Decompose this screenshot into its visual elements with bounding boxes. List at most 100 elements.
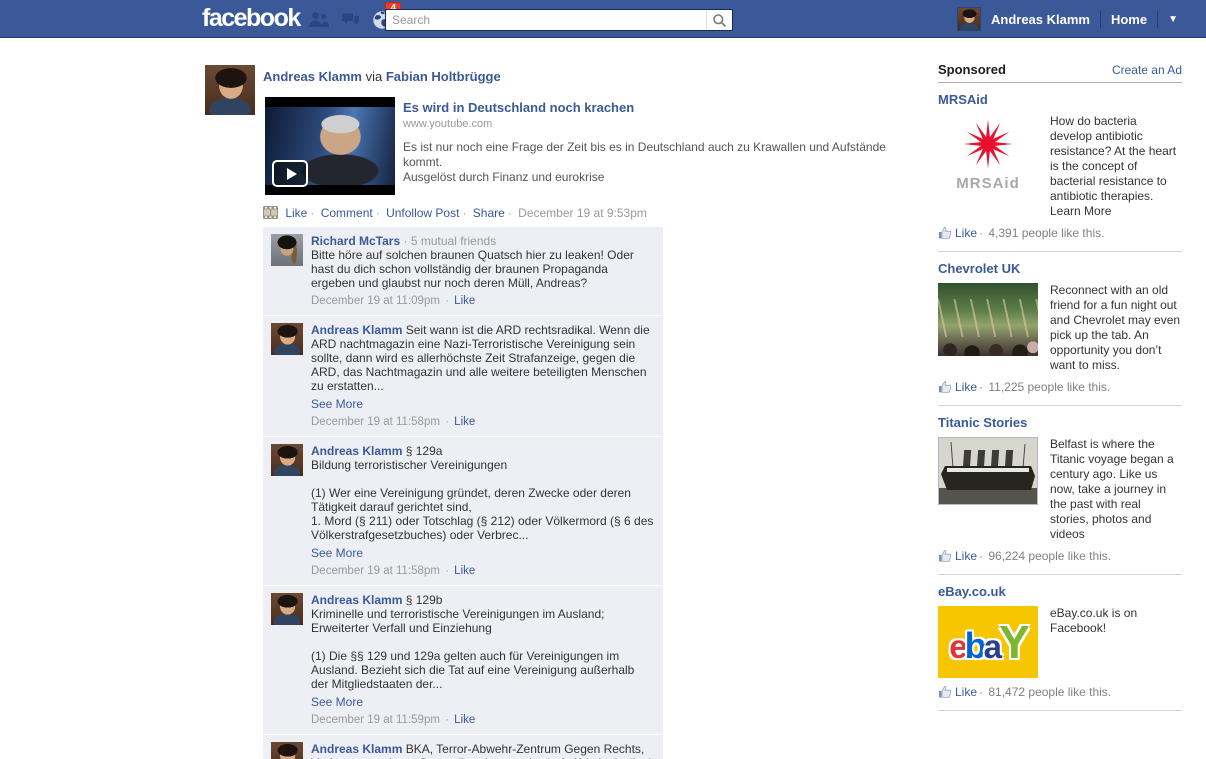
mrsaid-logo-text: MRSAid [938,175,1038,192]
commenter-avatar[interactable] [271,593,303,625]
post-author-avatar[interactable] [205,65,255,115]
separator-dot: · [403,234,407,248]
ad-like-link[interactable]: Like [955,549,977,563]
mutual-friends-label: 5 mutual friends [411,234,496,248]
comment-timestamp[interactable]: December 19 at 11:58pm [311,416,440,428]
starburst-icon [938,114,1038,174]
ad-body-text: How do bacteria develop antibiotic resis… [1050,114,1182,219]
home-link[interactable]: Home [1101,12,1157,27]
separator-dot: · [445,295,449,307]
divider [938,710,1182,711]
separator-dot: · [979,380,983,394]
ad-title-link[interactable]: eBay.co.uk [938,584,1182,599]
ad-body-text: Belfast is where the Titanic voyage bega… [1050,437,1182,542]
video-thumbnail[interactable] [265,97,395,195]
ad-ebay: eBay.co.uk ebaY eBay.co.uk is on Faceboo… [938,584,1182,711]
ad-like-count: 81,472 people like this. [988,685,1111,699]
comment-text: Bitte höre auf solchen braunen Quatsch h… [311,248,655,290]
comment-like-link[interactable]: Like [454,295,475,307]
commenter-avatar[interactable] [271,742,303,759]
comment-list: Richard McTars · 5 mutual friends Bitte … [263,227,663,759]
search-box [385,9,733,31]
divider [938,251,1182,252]
like-link[interactable]: Like [285,206,307,220]
thumbs-up-icon [938,380,952,396]
ad-title-link[interactable]: Chevrolet UK [938,261,1182,276]
friend-requests-icon[interactable] [308,10,329,29]
commenter-avatar[interactable] [271,444,303,476]
user-avatar[interactable] [957,7,981,31]
ad-body-text: eBay.co.uk is on Facebook! [1050,606,1182,636]
facebook-logo[interactable]: facebook [202,4,300,33]
via-author-link[interactable]: Fabian Holtbrügge [386,69,501,84]
comment-129b: Andreas Klamm § 129b Kriminelle und terr… [263,586,663,735]
account-menu-caret-icon[interactable]: ▼ [1158,14,1188,25]
video-title-link[interactable]: Es wird in Deutschland noch krachen [403,100,903,115]
play-icon[interactable] [272,160,308,187]
see-more-link[interactable]: See More [311,546,655,560]
comment-richard: Richard McTars · 5 mutual friends Bitte … [263,227,663,316]
separator-dot: · [979,226,983,240]
ad-like-link[interactable]: Like [955,226,977,240]
ad-image-crowd-photo[interactable] [938,283,1038,356]
comment-link[interactable]: Comment [321,206,373,220]
ad-like-count: 4,391 people like this. [988,226,1104,240]
ad-image-ebay-logo[interactable]: ebaY [938,606,1038,678]
separator-dot: · [445,416,449,428]
video-attachment-info: Es wird in Deutschland noch krachen www.… [403,100,903,185]
magnifier-icon [712,13,727,28]
divider [938,574,1182,575]
thumbs-up-icon [938,685,952,701]
create-ad-link[interactable]: Create an Ad [1112,63,1182,77]
comment-like-link[interactable]: Like [454,565,475,577]
thumbs-up-icon [938,226,952,242]
nav-icon-group: 4 [308,10,393,29]
messages-icon[interactable] [340,10,361,29]
ad-like-count: 11,225 people like this. [988,380,1110,394]
ship-graphic [939,438,1037,504]
ad-image-mrsaid[interactable]: MRSAid [938,114,1038,192]
via-label: via [366,69,383,84]
separator-dot: · [462,206,466,220]
ad-title-link[interactable]: MRSAid [938,92,1182,107]
ad-chevrolet: Chevrolet UK Reconnect with an old frien… [938,261,1182,406]
comment-author-link[interactable]: Andreas Klamm [311,742,402,756]
post-author-link[interactable]: Andreas Klamm [263,69,362,84]
comment-timestamp[interactable]: December 19 at 11:58pm [311,565,440,577]
separator-dot: · [508,206,512,220]
ad-titanic: Titanic Stories B [938,415,1182,575]
comment-timestamp[interactable]: December 19 at 11:59pm [311,714,440,726]
see-more-link[interactable]: See More [311,397,655,411]
unfollow-post-link[interactable]: Unfollow Post [386,206,459,220]
separator-dot: · [445,565,449,577]
video-description: Es ist nur noch eine Frage der Zeit bis … [403,140,903,185]
comment-author-link[interactable]: Andreas Klamm [311,323,402,337]
comment-author-link[interactable]: Andreas Klamm [311,593,402,607]
comment-like-link[interactable]: Like [454,714,475,726]
separator-dot: · [310,206,314,220]
ad-image-ship-photo[interactable] [938,437,1038,505]
sponsored-sidebar: Sponsored Create an Ad MRSAid MRSAid How… [938,62,1182,711]
comment-like-link[interactable]: Like [454,416,475,428]
ad-title-link[interactable]: Titanic Stories [938,415,1182,430]
video-source-domain: www.youtube.com [403,118,903,130]
ad-like-link[interactable]: Like [955,685,977,699]
see-more-link[interactable]: See More [311,695,655,709]
comment-bka: Andreas Klamm BKA, Terror-Abwehr-Zentrum… [263,735,663,759]
comment-author-link[interactable]: Andreas Klamm [311,444,402,458]
separator-dot: · [979,685,983,699]
profile-name-link[interactable]: Andreas Klamm [981,12,1100,27]
search-input[interactable] [386,11,706,29]
commenter-avatar[interactable] [271,234,303,266]
search-button[interactable] [706,10,732,30]
share-link[interactable]: Share [473,206,505,220]
ad-like-link[interactable]: Like [955,380,977,394]
separator-dot: · [445,714,449,726]
commenter-avatar[interactable] [271,323,303,355]
comment-ard: Andreas Klamm Seit wann ist die ARD rech… [263,316,663,437]
post-timestamp[interactable]: December 19 at 9:53pm [518,206,647,220]
comment-timestamp[interactable]: December 19 at 11:09pm [311,295,440,307]
comment-author-link[interactable]: Richard McTars [311,234,400,248]
thumbs-up-icon [938,549,952,565]
account-nav: Andreas Klamm Home ▼ [957,0,1188,38]
